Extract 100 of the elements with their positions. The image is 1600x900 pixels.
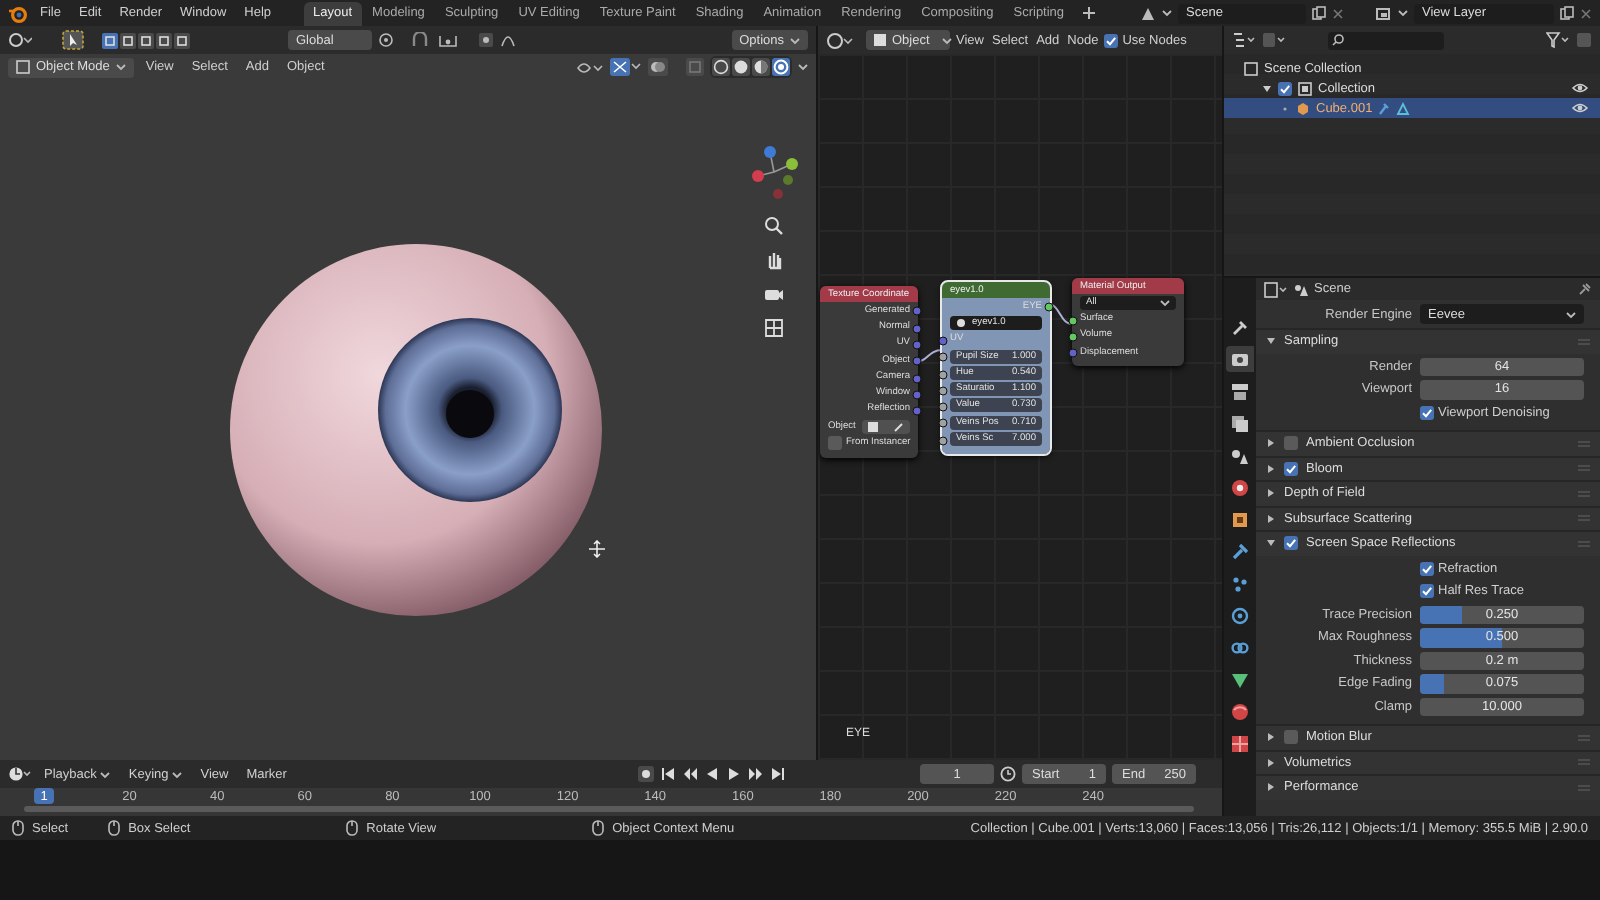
checkbox[interactable] — [1284, 536, 1298, 551]
socket-dot[interactable] — [912, 306, 922, 317]
checkbox[interactable] — [1420, 405, 1434, 420]
wireframe-shading-icon[interactable] — [712, 58, 730, 76]
filter-icon[interactable] — [1546, 32, 1570, 48]
checkbox[interactable] — [1284, 436, 1298, 451]
hand-icon[interactable] — [764, 250, 784, 270]
caret-icon[interactable] — [1566, 309, 1576, 319]
view-layer-tab[interactable] — [1226, 410, 1254, 436]
collapse-icon[interactable] — [1266, 757, 1276, 768]
caret-icon[interactable] — [1160, 297, 1170, 308]
checkbox[interactable] — [828, 436, 842, 451]
socket-dot[interactable] — [938, 352, 948, 363]
socket-dot[interactable] — [912, 339, 922, 350]
gizmo-toggle-icon[interactable] — [610, 58, 642, 76]
jump-to-end-icon[interactable] — [770, 766, 787, 782]
render-tab[interactable] — [1226, 346, 1254, 372]
checkbox[interactable] — [1104, 33, 1119, 47]
editor-type-icon[interactable] — [826, 31, 854, 49]
socket-dot[interactable] — [938, 369, 948, 380]
filter-layer-icon[interactable] — [1262, 32, 1286, 48]
caret-icon[interactable] — [1398, 8, 1408, 18]
blender-logo-icon[interactable] — [8, 3, 28, 23]
caret-icon[interactable] — [1162, 8, 1172, 18]
clock-icon[interactable] — [1000, 766, 1016, 782]
grid-icon[interactable] — [764, 318, 784, 338]
socket-dot[interactable] — [912, 406, 922, 417]
select-tool-icon[interactable] — [62, 30, 84, 50]
play-reverse-icon[interactable] — [704, 766, 721, 782]
eye-icon[interactable] — [1572, 82, 1588, 94]
checkbox[interactable] — [1278, 81, 1292, 95]
visibility-icon[interactable] — [576, 59, 604, 75]
collapse-icon[interactable] — [1266, 463, 1276, 474]
checkbox[interactable] — [1420, 561, 1434, 576]
caret-icon[interactable] — [115, 62, 126, 72]
socket-dot[interactable] — [1044, 302, 1054, 313]
scrollbar[interactable] — [24, 806, 1194, 812]
caret-icon[interactable] — [172, 769, 183, 779]
caret-icon[interactable] — [798, 62, 808, 72]
expand-icon[interactable] — [1262, 83, 1272, 93]
jump-to-start-icon[interactable] — [660, 766, 677, 782]
render-icon — [1230, 349, 1250, 369]
socket-dot[interactable] — [938, 418, 948, 429]
caret-icon[interactable] — [100, 769, 111, 779]
object-field[interactable] — [861, 419, 910, 434]
socket-dot[interactable] — [912, 373, 922, 384]
collapse-icon[interactable] — [1266, 438, 1276, 449]
socket-dot[interactable] — [938, 435, 948, 446]
solid-shading-icon[interactable] — [732, 58, 750, 76]
checkbox[interactable] — [1420, 584, 1434, 599]
socket-dot[interactable] — [1068, 331, 1078, 342]
scene-icon[interactable] — [1140, 5, 1156, 21]
material-tab[interactable] — [1226, 698, 1254, 724]
output-tab[interactable] — [1226, 378, 1254, 404]
socket-dot[interactable] — [912, 389, 922, 400]
eye-icon[interactable] — [1572, 102, 1588, 114]
editor-type-icon[interactable] — [1264, 281, 1288, 297]
selection-mode-icon[interactable] — [102, 31, 190, 49]
editor-type-icon[interactable] — [8, 32, 32, 48]
collapse-icon[interactable] — [1266, 488, 1276, 499]
display-mode-icon[interactable] — [1232, 32, 1256, 48]
checkbox[interactable] — [1284, 461, 1298, 476]
view-layer-icon[interactable] — [1376, 5, 1392, 21]
editor-type-icon[interactable] — [8, 766, 32, 782]
collapse-icon[interactable] — [1266, 732, 1276, 743]
copy-icon[interactable] — [1560, 6, 1574, 20]
search-field[interactable] — [1328, 31, 1444, 49]
record-icon[interactable] — [638, 766, 655, 782]
socket-dot[interactable] — [1068, 315, 1078, 326]
collapse-icon[interactable] — [1266, 782, 1276, 793]
socket-dot[interactable] — [938, 385, 948, 396]
node-link — [916, 348, 942, 364]
texture-tab[interactable] — [1226, 730, 1254, 756]
collapse-icon[interactable] — [1266, 513, 1276, 524]
socket-dot[interactable] — [1068, 348, 1078, 359]
zoom-icon[interactable] — [764, 216, 784, 236]
close-icon[interactable] — [1580, 7, 1592, 19]
next-keyframe-icon[interactable] — [748, 766, 765, 782]
play-icon[interactable] — [726, 766, 743, 782]
rendered-shading-icon[interactable] — [772, 58, 790, 76]
socket-dot[interactable] — [912, 356, 922, 367]
add-icon[interactable] — [1082, 6, 1097, 20]
close-icon[interactable] — [1332, 7, 1344, 19]
checkbox[interactable] — [1284, 730, 1298, 745]
world-tab[interactable] — [1226, 474, 1254, 500]
camera-icon[interactable] — [764, 284, 784, 304]
material-shading-icon[interactable] — [752, 58, 770, 76]
socket-dot[interactable] — [938, 402, 948, 413]
eyedropper-icon[interactable] — [894, 421, 904, 432]
previous-keyframe-icon[interactable] — [682, 766, 699, 782]
socket-dot[interactable] — [912, 323, 922, 334]
physics-tab[interactable] — [1226, 602, 1254, 628]
socket-dot[interactable] — [938, 335, 948, 346]
copy-icon[interactable] — [1312, 6, 1326, 20]
mesh-data-icon — [1396, 101, 1411, 115]
caret-icon[interactable] — [790, 35, 800, 45]
pin-icon[interactable] — [1578, 282, 1592, 296]
expand-icon[interactable] — [1266, 336, 1276, 347]
expand-icon[interactable] — [1266, 538, 1276, 549]
caret-icon[interactable] — [941, 35, 952, 45]
